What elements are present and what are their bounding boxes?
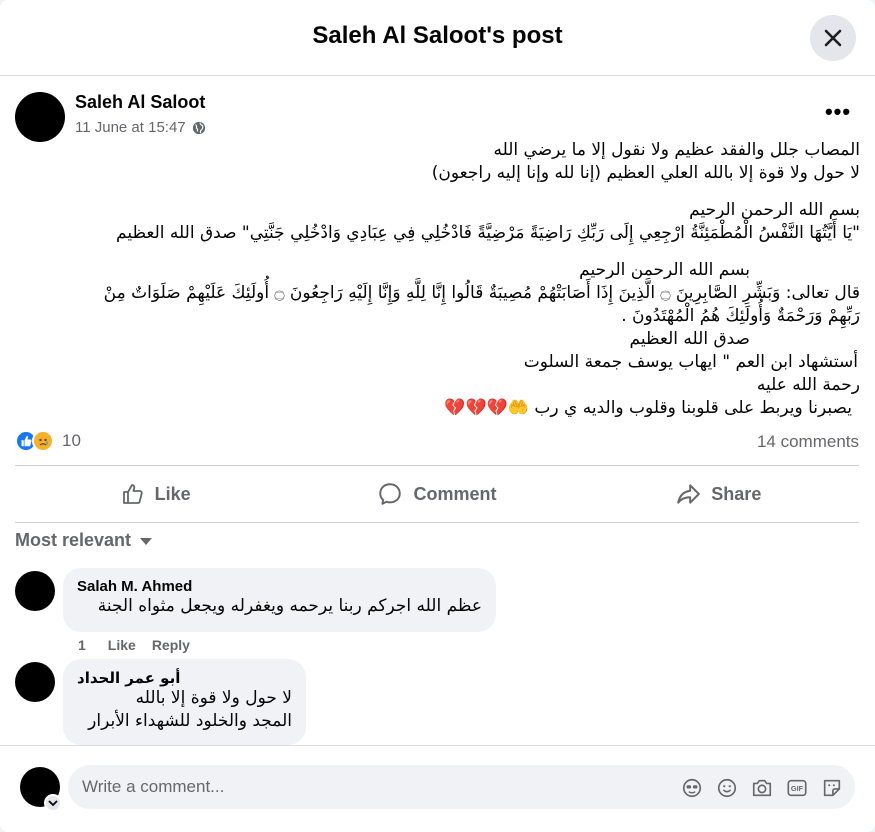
author-avatar[interactable] xyxy=(15,92,65,142)
emoji-button[interactable] xyxy=(715,776,739,800)
post-line: صدق الله العظيم xyxy=(629,329,751,349)
sticker-icon xyxy=(823,779,841,797)
chevron-down-icon xyxy=(48,800,58,807)
post-more-options-button[interactable]: ••• xyxy=(820,99,856,129)
comment-button[interactable]: Comment xyxy=(296,466,577,522)
camera-icon xyxy=(752,779,772,797)
composer-toolbar: GIF xyxy=(680,776,844,800)
avatar-sticker-icon xyxy=(682,778,702,798)
post-dialog: Saleh Al Saloot's post Saleh Al Saloot 1… xyxy=(0,0,875,832)
post-meta: 11 June at 15:47 xyxy=(75,119,206,136)
emoji-icon xyxy=(717,778,737,798)
avatar-sticker-button[interactable] xyxy=(680,776,704,800)
post-scroll-area[interactable]: Saleh Al Saloot 11 June at 15:47 ••• الم… xyxy=(0,77,875,745)
comment-composer: GIF xyxy=(0,745,875,832)
more-icon: ••• xyxy=(824,99,852,124)
post-author-name[interactable]: Saleh Al Saloot xyxy=(75,92,205,113)
like-button[interactable]: Like xyxy=(15,466,296,522)
post-line: بسم الله الرحمن الرحيم xyxy=(689,200,860,220)
post-line: قال تعالى: وَبَشِّرِ الصَّابِرِينَ ۝ الَ… xyxy=(103,283,860,303)
post-action-bar: Like Comment Share xyxy=(15,465,859,523)
post-line: أستشهاد ابن العم " ايهاب يوسف جمعة السلو… xyxy=(523,352,858,372)
dialog-title: Saleh Al Saloot's post xyxy=(312,22,563,49)
profile-switch-button[interactable] xyxy=(44,794,62,812)
globe-icon xyxy=(192,121,205,134)
comment-label: Comment xyxy=(413,483,497,504)
gif-button[interactable]: GIF xyxy=(785,776,809,800)
thumbs-up-icon xyxy=(122,484,143,504)
comment-icon xyxy=(379,483,402,505)
caret-down-icon xyxy=(140,537,153,545)
comment-like-button[interactable]: Like xyxy=(108,637,136,653)
post-line: المصاب جلل والفقد عظيم ولا نقول إلا ما ي… xyxy=(493,140,860,160)
post-line: رحمة الله عليه xyxy=(756,375,860,395)
comment-author[interactable]: Salah M. Ahmed xyxy=(77,578,482,595)
comment-reply-button[interactable]: Reply xyxy=(152,637,190,653)
dialog-header: Saleh Al Saloot's post xyxy=(0,0,875,76)
comment-sort-dropdown[interactable]: Most relevant xyxy=(15,530,153,551)
reaction-summary[interactable]: 10 xyxy=(15,430,81,452)
comment-avatar[interactable] xyxy=(15,571,55,611)
comments-count-link[interactable]: 14 comments xyxy=(757,432,859,452)
post-line: يصبرنا ويربط على قلوبنا وقلوب والديه ي ر… xyxy=(444,398,852,418)
post-timestamp[interactable]: 11 June at 15:47 xyxy=(75,119,186,136)
like-label: Like xyxy=(154,483,191,504)
comment-text: عظم الله اجركم ربنا يرحمه ويغفرله ويجعل … xyxy=(97,596,482,616)
share-button[interactable]: Share xyxy=(578,466,859,522)
share-label: Share xyxy=(711,483,762,504)
reaction-count: 10 xyxy=(62,431,81,450)
close-button[interactable] xyxy=(810,15,856,61)
share-icon xyxy=(677,484,701,504)
sticker-button[interactable] xyxy=(820,776,844,800)
comment-author[interactable]: أبو عمر الحداد xyxy=(77,669,292,687)
post-line: لا حول ولا قوة إلا بالله العلي العظيم (إ… xyxy=(431,163,860,183)
comment-avatar[interactable] xyxy=(15,662,55,702)
sort-label: Most relevant xyxy=(15,530,132,550)
post-line: بسم الله الرحمن الرحيم xyxy=(579,260,750,280)
gif-icon: GIF xyxy=(787,779,807,797)
camera-button[interactable] xyxy=(750,776,774,800)
post-line: رَبِّهِمْ وَرَحْمَةٌ وَأُولَئِكَ هُمُ ال… xyxy=(621,306,860,326)
sad-reaction-icon xyxy=(32,430,54,452)
close-icon xyxy=(824,29,842,47)
comment-actions: 1 Like Reply xyxy=(78,637,190,653)
comment-text: لا حول ولا قوة إلا بالله المجد والخلود ل… xyxy=(88,688,292,731)
svg-text:GIF: GIF xyxy=(791,784,804,793)
comment-bubble: أبو عمر الحداد لا حول ولا قوة إلا بالله … xyxy=(63,659,306,745)
post-line: "يَا أَيَّتُهَا النَّفْسُ الْمُطْمَئِنَّ… xyxy=(116,223,860,243)
comment-bubble: Salah M. Ahmed عظم الله اجركم ربنا يرحمه… xyxy=(63,568,496,632)
post-body: المصاب جلل والفقد عظيم ولا نقول إلا ما ي… xyxy=(10,139,860,420)
comment-reply-count[interactable]: 1 xyxy=(78,637,86,653)
